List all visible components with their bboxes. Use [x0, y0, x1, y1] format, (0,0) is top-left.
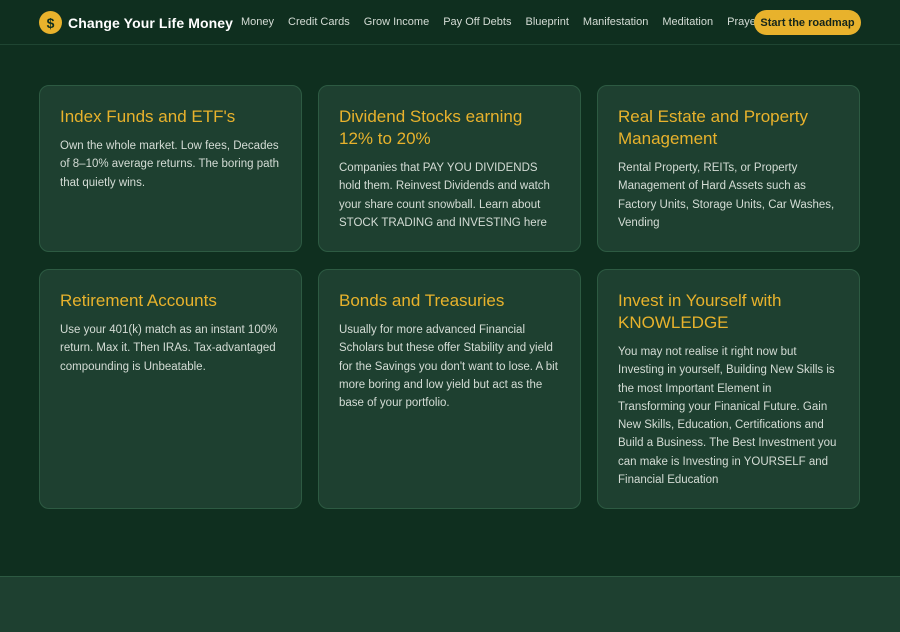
nav-link-credit-cards[interactable]: Credit Cards [288, 16, 350, 28]
site-footer [0, 576, 900, 632]
card-body: Own the whole market. Low fees, Decades … [60, 140, 280, 189]
card-bonds-treasuries: Bonds and Treasuries Usually for more ad… [318, 269, 581, 509]
site-header: $ Change Your Life Money Money Credit Ca… [0, 0, 900, 45]
main-nav: Money Credit Cards Grow Income Pay Off D… [241, 16, 779, 28]
card-title: Index Funds and ETF's [60, 107, 236, 126]
card-body: You may not realise it right now but Inv… [618, 346, 837, 487]
nav-link-manifestation[interactable]: Manifestation [583, 16, 648, 28]
card-real-estate: Real Estate and Property Management Rent… [597, 85, 860, 252]
card-invest-in-yourself: Invest in Yourself with KNOWLEDGE You ma… [597, 269, 860, 509]
investment-cards-grid: Index Funds and ETF's Own the whole mark… [39, 85, 861, 509]
nav-link-pay-off-debts[interactable]: Pay Off Debts [443, 16, 511, 28]
nav-link-blueprint[interactable]: Blueprint [525, 16, 568, 28]
nav-link-meditation[interactable]: Meditation [662, 16, 713, 28]
card-index-funds: Index Funds and ETF's Own the whole mark… [39, 85, 302, 252]
nav-link-money[interactable]: Money [241, 16, 274, 28]
nav-link-grow-income[interactable]: Grow Income [364, 16, 429, 28]
card-title: Retirement Accounts [60, 291, 217, 310]
card-title: Invest in Yourself with KNOWLEDGE [618, 291, 782, 332]
card-title: Real Estate and Property Management [618, 107, 808, 148]
card-title: Bonds and Treasuries [339, 291, 505, 310]
card-body: Companies that PAY YOU DIVIDENDS hold th… [339, 162, 550, 229]
card-body: Usually for more advanced Financial Scho… [339, 324, 558, 410]
card-title: Dividend Stocks earning 12% to 20% [339, 107, 523, 148]
card-dividend-stocks: Dividend Stocks earning 12% to 20% Compa… [318, 85, 581, 252]
card-body: Rental Property, REITs, or Property Mana… [618, 162, 835, 229]
dollar-icon: $ [39, 11, 62, 34]
card-retirement-accounts: Retirement Accounts Use your 401(k) matc… [39, 269, 302, 509]
brand-logo-link[interactable]: $ Change Your Life Money [39, 11, 233, 34]
brand-name: Change Your Life Money [68, 14, 234, 31]
card-body: Use your 401(k) match as an instant 100%… [60, 324, 278, 373]
start-roadmap-button[interactable]: Start the roadmap [754, 10, 861, 35]
